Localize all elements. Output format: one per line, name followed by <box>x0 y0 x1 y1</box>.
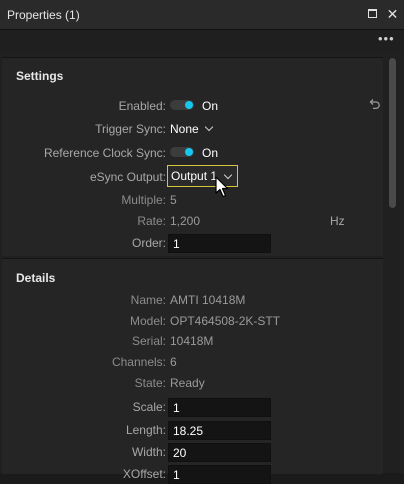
reference-clock-sync-row: Reference Clock Sync: On <box>2 143 383 163</box>
model-row: Model: OPT464508-2K-STT <box>2 311 383 331</box>
xoffset-label: XOffset: <box>122 467 166 481</box>
state-value: Ready <box>170 376 205 390</box>
name-label: Name: <box>130 293 166 307</box>
xoffset-row: XOffset: <box>2 464 383 484</box>
reference-clock-sync-toggle[interactable] <box>170 147 194 157</box>
reset-icon[interactable] <box>368 98 381 111</box>
order-label: Order: <box>131 236 166 250</box>
title-bar: Properties (1) ✕ <box>0 0 404 30</box>
cursor-icon <box>215 176 229 198</box>
name-row: Name: AMTI 10418M <box>2 290 383 310</box>
enabled-label: Enabled: <box>118 99 166 113</box>
scale-input[interactable] <box>168 398 271 417</box>
esync-output-row: eSync Output: Output 1 <box>2 165 383 187</box>
xoffset-input[interactable] <box>168 465 271 484</box>
length-label: Length: <box>125 423 166 437</box>
details-section: Details Name: AMTI 10418M Model: OPT4645… <box>2 258 383 484</box>
channels-row: Channels: 6 <box>2 352 383 372</box>
esync-output-value: Output 1 <box>171 169 218 183</box>
state-row: State: Ready <box>2 373 383 393</box>
trigger-sync-row: Trigger Sync: None <box>2 119 383 139</box>
scrollbar-thumb[interactable] <box>389 58 396 208</box>
rate-unit: Hz <box>330 214 345 228</box>
maximize-icon[interactable] <box>367 8 380 21</box>
settings-section: Settings Enabled: On Trigger Sync: None … <box>2 57 383 256</box>
width-row: Width: <box>2 442 383 462</box>
chevron-down-icon <box>204 122 213 132</box>
channels-value: 6 <box>170 355 177 369</box>
width-input[interactable] <box>168 443 271 462</box>
order-row: Order: <box>2 233 383 253</box>
name-value: AMTI 10418M <box>170 293 246 307</box>
details-heading: Details <box>16 271 56 285</box>
length-input[interactable] <box>168 421 271 440</box>
more-icon[interactable]: ••• <box>378 32 394 45</box>
reference-clock-sync-value: On <box>202 146 219 160</box>
length-row: Length: <box>2 420 383 440</box>
width-label: Width: <box>131 445 166 459</box>
rate-label: Rate: <box>137 214 166 228</box>
multiple-value: 5 <box>170 193 177 207</box>
window-title: Properties (1) <box>7 8 80 22</box>
trigger-sync-label: Trigger Sync: <box>95 122 166 136</box>
trigger-sync-value: None <box>170 122 199 136</box>
reference-clock-sync-label: Reference Clock Sync: <box>43 146 166 160</box>
trigger-sync-dropdown[interactable]: None <box>170 122 213 136</box>
panel-toolbar: ••• <box>0 30 404 52</box>
state-label: State: <box>134 376 166 390</box>
rate-row: Rate: 1,200 Hz <box>2 211 383 231</box>
settings-heading: Settings <box>16 69 64 83</box>
multiple-label: Multiple: <box>121 193 166 207</box>
serial-value: 10418M <box>170 334 214 348</box>
scale-label: Scale: <box>132 400 166 414</box>
multiple-row: Multiple: 5 <box>2 190 383 210</box>
serial-label: Serial: <box>131 334 166 348</box>
enabled-row: Enabled: On <box>2 96 383 116</box>
enabled-toggle[interactable] <box>170 100 194 110</box>
serial-row: Serial: 10418M <box>2 331 383 351</box>
model-label: Model: <box>129 314 166 328</box>
properties-content: Settings Enabled: On Trigger Sync: None … <box>0 52 404 484</box>
scale-row: Scale: <box>2 397 383 417</box>
esync-output-label: eSync Output: <box>89 170 166 184</box>
rate-value: 1,200 <box>170 214 201 228</box>
vertical-scrollbar[interactable] <box>386 52 400 473</box>
channels-label: Channels: <box>111 355 166 369</box>
model-value: OPT464508-2K-STT <box>170 314 281 328</box>
close-icon[interactable]: ✕ <box>386 7 399 21</box>
order-input[interactable] <box>168 234 271 253</box>
enabled-value: On <box>202 99 219 113</box>
